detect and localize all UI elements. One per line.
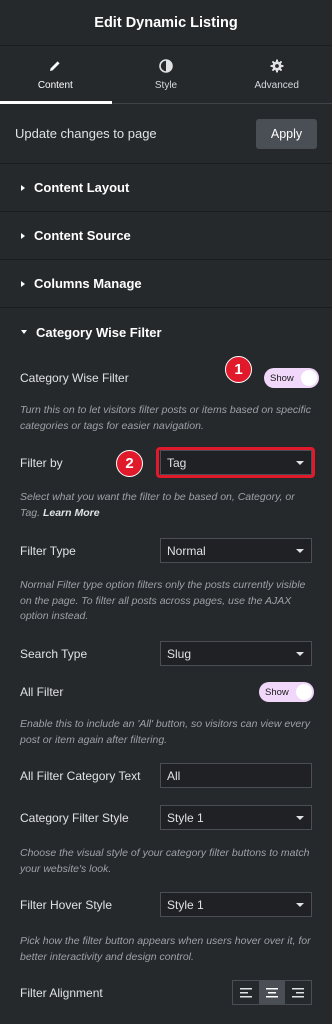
tab-advanced[interactable]: Advanced xyxy=(221,46,332,103)
tab-bar: Content Style Advanced xyxy=(0,46,332,104)
category-filter-style-description: Choose the visual style of your category… xyxy=(20,847,310,875)
caret-down-icon xyxy=(21,330,27,334)
filter-by-description: Select what you want the filter to be ba… xyxy=(20,490,314,521)
filter-type-description: Normal Filter type option filters only t… xyxy=(20,579,306,622)
search-type-value: Slug xyxy=(167,646,192,661)
caret-right-icon xyxy=(21,184,25,191)
filter-hover-style-control: Filter Hover Style Style 1 xyxy=(20,892,312,917)
filter-type-control: Filter Type Normal xyxy=(20,538,312,563)
category-filter-style-select[interactable]: Style 1 xyxy=(160,805,312,830)
toggle-knob xyxy=(301,370,317,386)
filter-alignment-buttons xyxy=(232,980,312,1005)
category-wise-filter-label: Category Wise Filter xyxy=(20,371,129,385)
align-right-icon xyxy=(292,987,304,997)
section-label: Content Layout xyxy=(34,180,130,195)
annotation-badge-2: 2 xyxy=(116,450,143,477)
search-type-control: Search Type Slug xyxy=(20,641,312,666)
all-filter-control: All Filter Show xyxy=(20,682,314,702)
gear-icon xyxy=(270,59,284,72)
filter-by-label: Filter by xyxy=(20,455,63,470)
section-category-wise-filter[interactable]: Category Wise Filter xyxy=(0,308,332,356)
chevron-down-icon xyxy=(296,651,304,656)
align-right-button[interactable] xyxy=(285,981,311,1004)
tab-style[interactable]: Style xyxy=(111,46,222,103)
all-filter-text-control: All Filter Category Text All xyxy=(20,763,312,788)
filter-hover-style-value: Style 1 xyxy=(167,897,204,912)
apply-button[interactable]: Apply xyxy=(256,118,317,149)
update-text: Update changes to page xyxy=(15,126,157,141)
category-wise-filter-control: Category Wise Filter Show xyxy=(20,368,319,388)
pencil-icon xyxy=(50,60,60,71)
filter-type-select[interactable]: Normal xyxy=(160,538,312,563)
filter-hover-style-select[interactable]: Style 1 xyxy=(160,892,312,917)
tab-style-label: Style xyxy=(154,79,178,91)
caret-right-icon xyxy=(21,232,25,239)
annotation-highlight-box xyxy=(156,447,315,478)
section-label: Content Source xyxy=(34,228,131,243)
filter-hover-style-label: Filter Hover Style xyxy=(20,897,113,912)
category-filter-style-control: Category Filter Style Style 1 xyxy=(20,805,312,830)
section-content-layout[interactable]: Content Layout xyxy=(0,164,332,212)
annotation-badge-1: 1 xyxy=(225,356,252,383)
section-content-source[interactable]: Content Source xyxy=(0,212,332,260)
panel-title: Edit Dynamic Listing xyxy=(94,14,238,31)
section-label: Category Wise Filter xyxy=(36,324,162,340)
category-filter-style-label: Category Filter Style xyxy=(20,810,129,825)
tab-advanced-label: Advanced xyxy=(254,79,299,91)
tab-content-label: Content xyxy=(37,79,73,91)
filter-alignment-control: Filter Alignment xyxy=(20,980,312,1005)
toggle-knob xyxy=(296,684,312,700)
section-columns-manage[interactable]: Columns Manage xyxy=(0,260,332,308)
tab-content[interactable]: Content xyxy=(0,46,111,103)
toggle-text: Show xyxy=(265,686,289,698)
category-wise-filter-toggle[interactable]: Show xyxy=(264,368,319,388)
toggle-text: Show xyxy=(270,372,294,384)
search-type-label: Search Type xyxy=(20,646,88,661)
panel-header: Edit Dynamic Listing xyxy=(0,0,332,46)
align-center-icon xyxy=(266,987,278,997)
search-type-select[interactable]: Slug xyxy=(160,641,312,666)
category-filter-style-value: Style 1 xyxy=(167,810,204,825)
contrast-icon xyxy=(159,58,173,73)
all-filter-description: Enable this to include an 'All' button, … xyxy=(20,718,310,746)
all-filter-text-input[interactable]: All xyxy=(160,763,312,788)
category-wise-filter-description: Turn this on to let visitors filter post… xyxy=(20,404,312,432)
filter-alignment-label: Filter Alignment xyxy=(20,985,103,1000)
filter-type-label: Filter Type xyxy=(20,543,76,558)
align-left-icon xyxy=(240,987,252,997)
caret-right-icon xyxy=(21,280,25,287)
section-label: Columns Manage xyxy=(34,276,142,291)
filter-hover-style-description: Pick how the filter button appears when … xyxy=(20,935,311,963)
all-filter-text-label: All Filter Category Text xyxy=(20,768,141,783)
chevron-down-icon xyxy=(296,548,304,553)
all-filter-label: All Filter xyxy=(20,685,64,699)
chevron-down-icon xyxy=(296,815,304,820)
update-row: Update changes to page Apply xyxy=(0,104,332,164)
align-center-button[interactable] xyxy=(259,981,285,1004)
all-filter-toggle[interactable]: Show xyxy=(259,682,314,702)
learn-more-link[interactable]: Learn More xyxy=(43,507,100,519)
filter-type-value: Normal xyxy=(167,543,206,558)
align-left-button[interactable] xyxy=(233,981,259,1004)
chevron-down-icon xyxy=(296,902,304,907)
